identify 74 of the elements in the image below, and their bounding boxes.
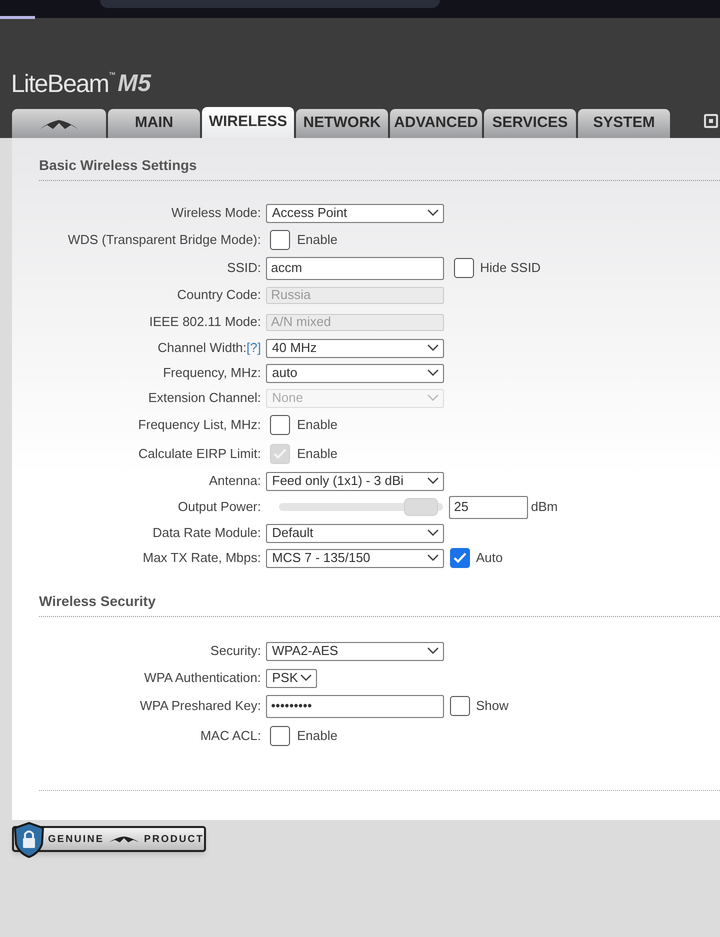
field-label: WDS (Transparent Bridge Mode): <box>68 231 261 250</box>
caret-icon <box>427 394 439 402</box>
dropdown[interactable]: 40 MHz <box>266 338 444 358</box>
dropdown[interactable]: PSK <box>266 668 317 688</box>
field-label: IEEE 802.11 Mode: <box>149 313 261 332</box>
progress-line <box>0 16 35 19</box>
caret-icon <box>427 344 439 352</box>
antenna-logo-icon <box>39 118 79 130</box>
option-label: Enable <box>297 445 338 464</box>
option-label: Enable <box>297 727 338 746</box>
field-label: Wireless Mode: <box>171 204 261 222</box>
slider[interactable] <box>279 498 443 516</box>
field-label: Frequency List, MHz: <box>138 416 261 434</box>
caret-icon <box>300 674 312 682</box>
brand-name: LiteBeam <box>11 72 109 97</box>
antenna-logo-icon <box>108 834 140 844</box>
field-label: Security: <box>210 642 261 660</box>
checkbox[interactable] <box>450 696 470 716</box>
field-label: Max TX Rate, Mbps: <box>142 549 261 568</box>
logout-icon[interactable] <box>704 114 718 128</box>
field-label: Channel Width: <box>158 339 247 358</box>
check-icon <box>273 448 287 460</box>
nav-tab[interactable]: WIRELESS <box>202 107 294 138</box>
model-name: M5 <box>118 72 151 96</box>
checkbox[interactable] <box>270 230 290 250</box>
input-field[interactable]: 25 <box>449 496 528 518</box>
caret-icon <box>427 369 439 377</box>
field-label: Country Code: <box>177 286 261 304</box>
nav-tab[interactable]: NETWORK <box>296 109 388 138</box>
input-field[interactable]: accm <box>266 256 444 280</box>
dropdown[interactable]: Feed only (1x1) - 3 dBi <box>266 472 444 490</box>
section-title: Basic Wireless Settings <box>39 157 197 173</box>
option-label: Enable <box>297 416 338 434</box>
field-label: WPA Preshared Key: <box>140 697 261 716</box>
slider-thumb[interactable] <box>404 498 438 516</box>
badge-text: GENUINE <box>48 832 104 846</box>
option-label: Hide SSID <box>480 259 541 278</box>
option-label: Enable <box>297 231 338 250</box>
field-label: MAC ACL: <box>200 727 261 746</box>
checkbox[interactable] <box>450 548 470 568</box>
caret-icon <box>427 209 439 217</box>
field-label: SSID: <box>227 259 261 278</box>
option-label: Auto <box>476 549 503 568</box>
nav-tab[interactable]: SYSTEM <box>578 109 670 138</box>
dropdown[interactable]: WPA2-AES <box>266 642 444 660</box>
field-label: WPA Authentication: <box>144 669 261 688</box>
field-label: Output Power: <box>178 498 261 516</box>
dropdown[interactable]: MCS 7 - 135/150 <box>266 548 444 568</box>
caret-icon <box>427 529 439 537</box>
nav-tab[interactable]: MAIN <box>108 109 200 138</box>
field-label: Frequency, MHz: <box>162 364 261 382</box>
caret-icon <box>427 477 439 485</box>
help-link[interactable]: [?] <box>246 338 261 358</box>
checkbox[interactable] <box>270 415 290 435</box>
option-label: Show <box>476 697 509 716</box>
dropdown[interactable]: Access Point <box>266 204 444 222</box>
caret-icon <box>427 554 439 562</box>
home-tab[interactable] <box>12 109 106 138</box>
field-label: Data Rate Module: <box>152 524 261 542</box>
checkbox[interactable] <box>270 726 290 746</box>
checkbox[interactable] <box>454 258 474 278</box>
input-field[interactable]: ••••••••• <box>266 694 444 718</box>
badge-text: PRODUCT <box>144 832 204 846</box>
field-label: Calculate EIRP Limit: <box>138 445 261 464</box>
caret-icon <box>427 647 439 655</box>
dropdown[interactable]: Default <box>266 524 444 542</box>
field-label: Extension Channel: <box>148 389 261 408</box>
unit-label: dBm <box>531 498 558 516</box>
check-icon <box>453 552 467 564</box>
field-label: Antenna: <box>208 472 261 490</box>
dropdown[interactable]: auto <box>266 364 444 382</box>
nav-tab[interactable]: SERVICES <box>484 109 576 138</box>
nav-tab[interactable]: ADVANCED <box>390 109 482 138</box>
section-title: Wireless Security <box>39 593 156 609</box>
